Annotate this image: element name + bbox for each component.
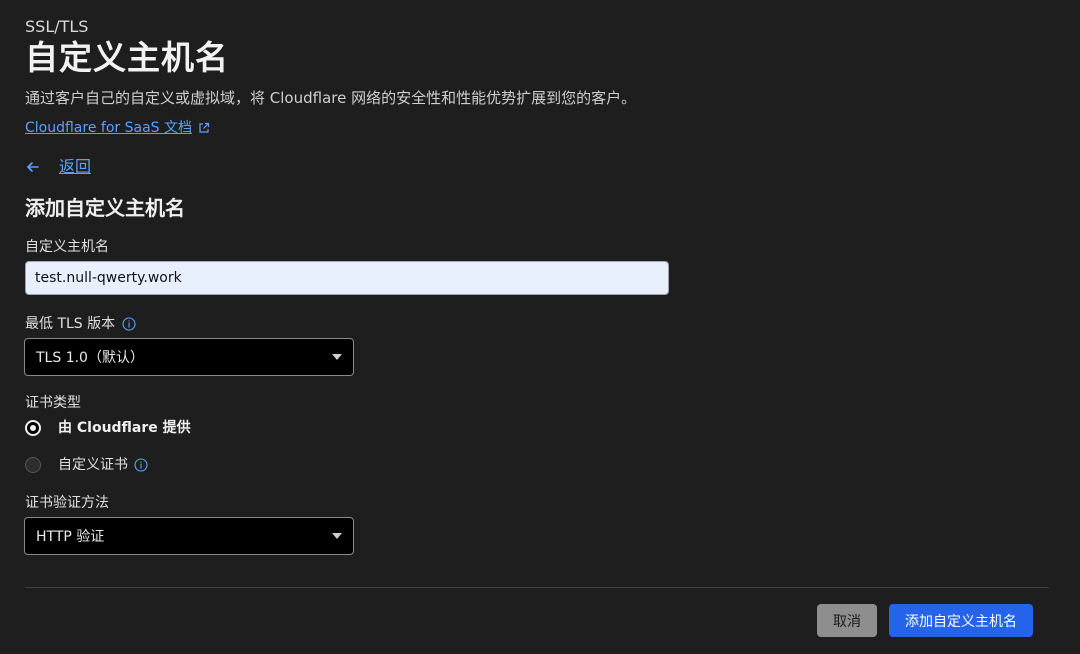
cert-type-option-label: 由 Cloudflare 提供	[58, 420, 191, 436]
cert-type-option-cloudflare[interactable]: 由 Cloudflare 提供	[25, 418, 191, 438]
arrow-left-icon	[27, 162, 39, 172]
page: SSL/TLS 自定义主机名 通过客户自己的自定义或虚拟域，将 Cloudfla…	[0, 0, 1080, 654]
cert-type-option-label-row: 自定义证书	[58, 455, 148, 475]
cert-type-option-custom[interactable]: 自定义证书	[25, 455, 148, 475]
section-title: 添加自定义主机名	[25, 196, 185, 220]
cert-type-label: 证书类型	[25, 395, 81, 411]
back-button[interactable]: 返回	[25, 155, 91, 179]
min-tls-select[interactable]: TLS 1.0（默认）	[24, 338, 354, 376]
min-tls-selected-value: TLS 1.0（默认）	[36, 350, 144, 366]
page-description: 通过客户自己的自定义或虚拟域，将 Cloudflare 网络的安全性和性能优势扩…	[25, 89, 637, 107]
validation-method-label: 证书验证方法	[25, 495, 109, 511]
chevron-down-icon	[332, 533, 342, 539]
cancel-button[interactable]: 取消	[817, 604, 877, 637]
add-custom-hostname-button[interactable]: 添加自定义主机名	[889, 604, 1033, 637]
hostname-label: 自定义主机名	[25, 239, 109, 255]
validation-method-selected-value: HTTP 验证	[36, 529, 105, 545]
cert-type-option-label: 自定义证书	[58, 457, 128, 473]
page-title: 自定义主机名	[25, 38, 229, 77]
radio-button-unchecked[interactable]	[25, 457, 41, 473]
info-icon[interactable]	[134, 458, 148, 472]
breadcrumb: SSL/TLS	[25, 17, 89, 36]
validation-method-select[interactable]: HTTP 验证	[24, 517, 354, 555]
divider	[25, 587, 1049, 588]
min-tls-label-row: 最低 TLS 版本	[25, 314, 136, 334]
min-tls-label: 最低 TLS 版本	[25, 316, 116, 332]
radio-button-checked[interactable]	[25, 420, 41, 436]
hostname-input[interactable]	[25, 261, 669, 295]
external-link-icon	[199, 122, 210, 133]
back-link-label: 返回	[59, 157, 92, 176]
chevron-down-icon	[332, 354, 342, 360]
docs-link[interactable]: Cloudflare for SaaS 文档	[25, 118, 210, 138]
info-icon[interactable]	[122, 317, 136, 331]
docs-link-label: Cloudflare for SaaS 文档	[25, 120, 192, 136]
